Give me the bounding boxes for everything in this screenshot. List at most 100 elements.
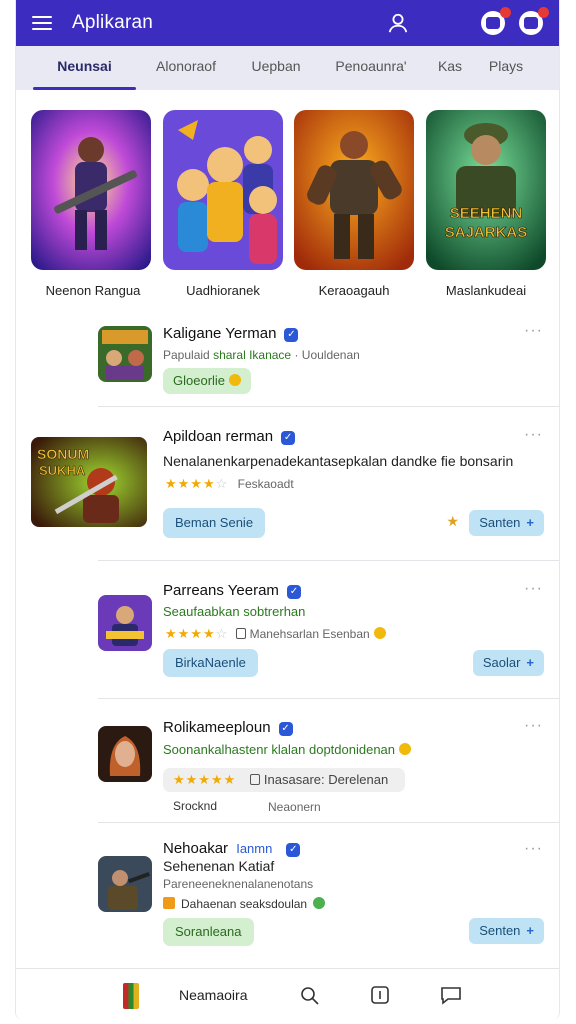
list-item[interactable]: Kaligane Yerman ✓ ··· Papulaid sharal Ika…	[16, 320, 559, 406]
install-button[interactable]: Saolar +	[472, 650, 544, 676]
verified-badge-icon: ✓	[284, 328, 299, 342]
app-bar: Aplikaran	[16, 0, 559, 46]
messages-button[interactable]	[519, 7, 549, 35]
featured-card-1[interactable]	[31, 110, 151, 270]
category-pill-label: Gloeorlie	[173, 373, 226, 388]
divider	[98, 560, 559, 561]
coin-icon	[399, 743, 412, 755]
app-subtitle: Papulaid	[163, 348, 210, 362]
app-subtitle-green: sharal Ikanace	[213, 348, 292, 362]
divider	[98, 822, 559, 823]
tab-alonoraof[interactable]: Alonoraof	[136, 46, 236, 90]
featured-label-3: Keraoagauh	[318, 283, 390, 298]
divider	[98, 406, 559, 407]
more-options-icon[interactable]: ···	[524, 580, 543, 598]
app-frame: Aplikaran Neunsai Alonoraof Uepban Penoa…	[15, 0, 560, 1020]
tag-icon	[249, 774, 260, 785]
warning-icon	[163, 897, 175, 909]
featured-label-2: Uadhioranek	[186, 283, 260, 298]
bottom-nav-label[interactable]: Neamaoira	[179, 987, 247, 1003]
app-title: Aplikaran	[72, 12, 154, 33]
category-pill[interactable]: Soranleana	[163, 918, 254, 946]
verified-badge-icon: ✓	[278, 722, 293, 736]
featured-art-3	[294, 110, 414, 270]
app-thumbnail: SONUM SUKHA	[31, 437, 147, 527]
app-thumbnail	[98, 856, 152, 912]
rating-text: Feskaoadt	[237, 477, 294, 491]
app-subtitle: Seaufaabkan sobtrerhan	[163, 604, 306, 619]
featured-card-4[interactable]: SEEHENN SAJARKAS	[426, 110, 546, 270]
check-icon	[313, 897, 326, 909]
more-options-icon[interactable]: ···	[524, 426, 543, 444]
plus-icon: +	[526, 923, 534, 938]
app-title: Apildoan rerman	[163, 428, 274, 445]
rating-text: Manehsarlan Esenban	[249, 627, 370, 641]
plus-icon: +	[526, 515, 534, 530]
list-item[interactable]: SONUM SUKHA Apildoan rerman ✓ ··· Nenalan…	[16, 424, 559, 560]
verified-badge-icon: ✓	[286, 585, 301, 599]
library-icon[interactable]	[370, 985, 390, 1005]
hamburger-menu-icon[interactable]	[32, 16, 52, 30]
featured-art-1	[31, 110, 151, 270]
coin-icon	[229, 374, 242, 386]
meta-left: Srocknd	[173, 799, 218, 813]
app-thumbnail	[98, 326, 152, 382]
featured-banner-line-1: SEEHENN	[450, 205, 523, 222]
app-subtitle: Pareneeneknenalanenotans	[163, 877, 314, 891]
featured-card-2[interactable]	[163, 110, 283, 270]
plus-icon: +	[526, 655, 534, 670]
more-options-icon[interactable]: ···	[524, 322, 543, 340]
message-badge	[538, 7, 549, 18]
install-button[interactable]: Santen +	[469, 510, 544, 536]
app-title: Rolikameeploun	[163, 719, 271, 736]
meta-right: Neaonern	[268, 800, 321, 814]
info-tag: ★★★★★ Inasasare: Derelenan	[163, 768, 405, 792]
bottom-nav: Neamaoira	[16, 968, 559, 1020]
app-icon[interactable]	[123, 983, 139, 1009]
info-tag-text: Inasasare: Derelenan	[263, 772, 389, 787]
install-button-label: Santen	[479, 515, 521, 530]
featured-label-4: Maslankudeai	[445, 283, 527, 298]
list-item[interactable]: Nehoakar Ianmn ✓ Sehenenan Katiaf ··· Par…	[16, 836, 559, 966]
coin-icon	[373, 627, 386, 639]
chat-bubble-icon[interactable]	[439, 985, 463, 1005]
app-subtitle: Soonankalhastenr klalan doptdonidenan	[163, 742, 396, 757]
category-tabs: Neunsai Alonoraof Uepban Penoaunra' Kas …	[16, 46, 559, 90]
list-item[interactable]: Rolikameeploun ✓ ··· Soonankalhastenr kla…	[16, 712, 559, 822]
list-item[interactable]: Parreans Yeeram ✓ ··· Seaufaabkan sobtrer…	[16, 576, 559, 696]
app-note: Dahaenan seaksdoulan	[181, 897, 308, 911]
search-icon[interactable]	[299, 985, 321, 1007]
app-title: Kaligane Yerman	[163, 325, 277, 342]
verified-badge-icon: ✓	[281, 431, 296, 445]
app-title: Nehoakar	[163, 840, 229, 857]
rating-stars: ★★★★☆	[165, 476, 229, 491]
app-thumbnail	[98, 595, 152, 651]
category-pill[interactable]: Gloeorlie	[163, 368, 252, 394]
featured-card-3[interactable]	[294, 110, 414, 270]
notification-badge	[500, 7, 511, 18]
category-pill[interactable]: Beman Senie	[163, 508, 266, 538]
chat-icon	[524, 17, 538, 29]
install-button[interactable]: Senten +	[469, 918, 544, 944]
rating-stars: ★★★★☆	[165, 626, 229, 641]
tab-uepban[interactable]: Uepban	[236, 46, 316, 90]
install-button-label: Senten	[479, 923, 521, 938]
profile-icon[interactable]	[387, 12, 409, 34]
featured-label-1: Neenon Rangua	[45, 283, 141, 298]
app-subtitle-tail: · Uouldenan	[294, 348, 360, 362]
featured-art-2	[163, 110, 283, 270]
divider	[98, 698, 559, 699]
more-options-icon[interactable]: ···	[524, 840, 543, 858]
featured-art-4: SEEHENN SAJARKAS	[426, 110, 546, 270]
more-options-icon[interactable]: ···	[524, 717, 543, 735]
install-button-label: Saolar	[482, 655, 521, 670]
tab-neunsai[interactable]: Neunsai	[33, 46, 136, 90]
notifications-button[interactable]	[481, 7, 511, 35]
bell-icon	[486, 17, 500, 29]
tab-penoaunra[interactable]: Penoaunra'	[316, 46, 426, 90]
tab-kas[interactable]: Kas	[426, 46, 474, 90]
category-pill[interactable]: BirkaNaenle	[163, 649, 258, 677]
rating-stars: ★★★★★	[173, 772, 237, 787]
star-badge-icon: ★	[446, 513, 459, 529]
tab-plays[interactable]: Plays	[474, 46, 538, 90]
